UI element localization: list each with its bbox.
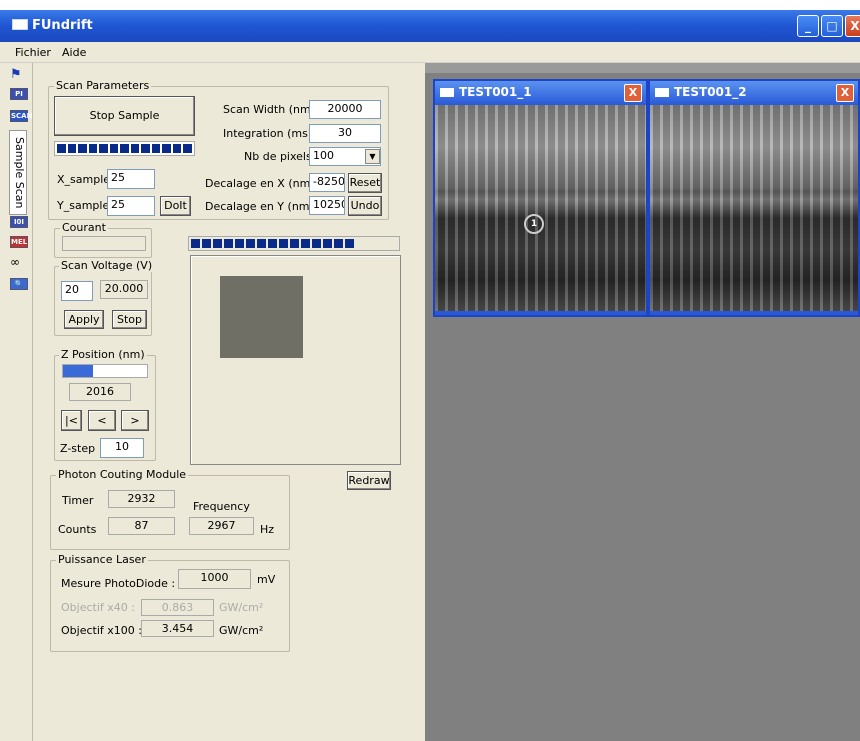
apply-button[interactable]: Apply xyxy=(64,310,104,329)
z-position-bar xyxy=(62,364,148,378)
z-position-value: 2016 xyxy=(69,383,131,401)
stop-sample-button[interactable]: Stop Sample xyxy=(54,96,195,136)
mesure-value: 1000 xyxy=(178,569,251,589)
app-window-icon xyxy=(12,19,28,30)
decalage-y-input[interactable]: 10250 xyxy=(309,196,345,215)
menu-fichier[interactable]: Fichier xyxy=(15,46,51,59)
x100-label: Objectif x100 : xyxy=(61,624,142,637)
z-prev-button[interactable]: < xyxy=(88,410,116,431)
scan-parameters-legend: Scan Parameters xyxy=(54,79,152,92)
doit-button[interactable]: DoIt xyxy=(160,196,191,216)
preview-image xyxy=(220,276,303,358)
x40-value: 0.863 xyxy=(141,599,214,616)
child-title-bar[interactable]: TEST001_1 X xyxy=(435,81,646,105)
counts-label: Counts xyxy=(58,523,97,536)
z-step-label: Z-step xyxy=(60,442,96,455)
timer-value: 2932 xyxy=(108,490,175,508)
courant-field xyxy=(62,236,146,251)
window-icon xyxy=(440,88,454,97)
decalage-x-input[interactable]: -8250 xyxy=(309,173,345,192)
scan-image[interactable] xyxy=(650,105,858,311)
scan-icon[interactable]: SCAN xyxy=(10,110,32,122)
y-sample-label: Y_sample xyxy=(57,199,110,212)
undo-button[interactable]: Undo xyxy=(348,196,382,216)
y-sample-input[interactable]: 25 xyxy=(107,196,155,216)
chevron-down-icon[interactable]: ▼ xyxy=(365,149,380,164)
redraw-button[interactable]: Redraw xyxy=(347,471,391,490)
z-next-button[interactable]: > xyxy=(121,410,149,431)
mesure-label: Mesure PhotoDiode : xyxy=(61,577,176,590)
integration-label: Integration (ms) xyxy=(223,127,313,140)
voltage-input[interactable]: 20 xyxy=(61,281,93,301)
x-sample-input[interactable]: 25 xyxy=(107,169,155,189)
title-bar[interactable] xyxy=(0,10,860,42)
reset-button[interactable]: Reset xyxy=(348,173,382,193)
scan-width-input[interactable]: 20000 xyxy=(309,100,381,119)
minimize-button[interactable]: _ xyxy=(797,15,819,37)
decalage-y-label: Decalage en Y (nm) xyxy=(205,200,314,213)
x40-label: Objectif x40 : xyxy=(61,601,135,614)
zoom-icon[interactable]: 🔍 xyxy=(10,278,28,290)
child-window-test001-1[interactable]: TEST001_1 X xyxy=(433,79,648,317)
mv-unit: mV xyxy=(257,573,276,586)
child-title: TEST001_1 xyxy=(459,85,532,99)
child-title: TEST001_2 xyxy=(674,85,747,99)
scan-voltage-legend: Scan Voltage (V) xyxy=(59,259,155,272)
menu-aide[interactable]: Aide xyxy=(62,46,86,59)
close-icon[interactable]: X xyxy=(836,84,854,102)
pi-icon[interactable]: PI xyxy=(10,88,28,100)
workspace-top-strip xyxy=(425,63,860,73)
close-icon[interactable]: X xyxy=(624,84,642,102)
frequency-value: 2967 xyxy=(189,517,254,535)
scan-progress xyxy=(54,141,195,156)
timer-label: Timer xyxy=(62,494,94,507)
link-icon[interactable]: ∞ xyxy=(10,255,20,269)
frequency-label: Frequency xyxy=(193,500,250,513)
integration-input[interactable]: 30 xyxy=(309,124,381,143)
counts-value: 87 xyxy=(108,517,175,535)
nb-pixels-value: 100 xyxy=(313,149,334,162)
z-first-button[interactable]: |< xyxy=(61,410,82,431)
x100-unit: GW/cm² xyxy=(219,624,264,637)
maximize-button[interactable]: □ xyxy=(821,15,843,37)
scan-image[interactable] xyxy=(435,105,646,311)
menu-bar xyxy=(0,42,860,63)
close-button[interactable]: X xyxy=(845,15,860,37)
photon-module-legend: Photon Couting Module xyxy=(56,468,189,481)
scan-width-label: Scan Width (nm) xyxy=(223,103,315,116)
laser-legend: Puissance Laser xyxy=(56,553,148,566)
voltage-stop-button[interactable]: Stop xyxy=(112,310,147,329)
marker-icon[interactable]: 1 xyxy=(524,214,544,234)
child-window-test001-2[interactable]: TEST001_2 X xyxy=(648,79,860,317)
counter-icon[interactable]: I0I xyxy=(10,216,28,228)
mel-icon[interactable]: MEL xyxy=(10,236,28,248)
courant-legend: Courant xyxy=(60,221,108,234)
child-title-bar[interactable]: TEST001_2 X xyxy=(650,81,858,105)
hz-unit: Hz xyxy=(260,523,275,536)
photon-module-group xyxy=(50,475,290,550)
window-title: FUndrift xyxy=(32,18,93,33)
z-position-legend: Z Position (nm) xyxy=(59,348,147,361)
flag-icon[interactable]: ⚑ xyxy=(10,67,28,83)
x100-value: 3.454 xyxy=(141,620,214,637)
window-icon xyxy=(655,88,669,97)
tab-sample-scan[interactable]: Sample Scan xyxy=(9,130,27,215)
nb-pixels-label: Nb de pixels xyxy=(244,150,312,163)
x40-unit: GW/cm² xyxy=(219,601,264,614)
decalage-x-label: Decalage en X (nm) xyxy=(205,177,315,190)
voltage-display: 20.000 xyxy=(100,280,148,299)
z-step-input[interactable]: 10 xyxy=(100,438,144,458)
preview-progress xyxy=(188,236,400,251)
x-sample-label: X_sample xyxy=(57,173,111,186)
